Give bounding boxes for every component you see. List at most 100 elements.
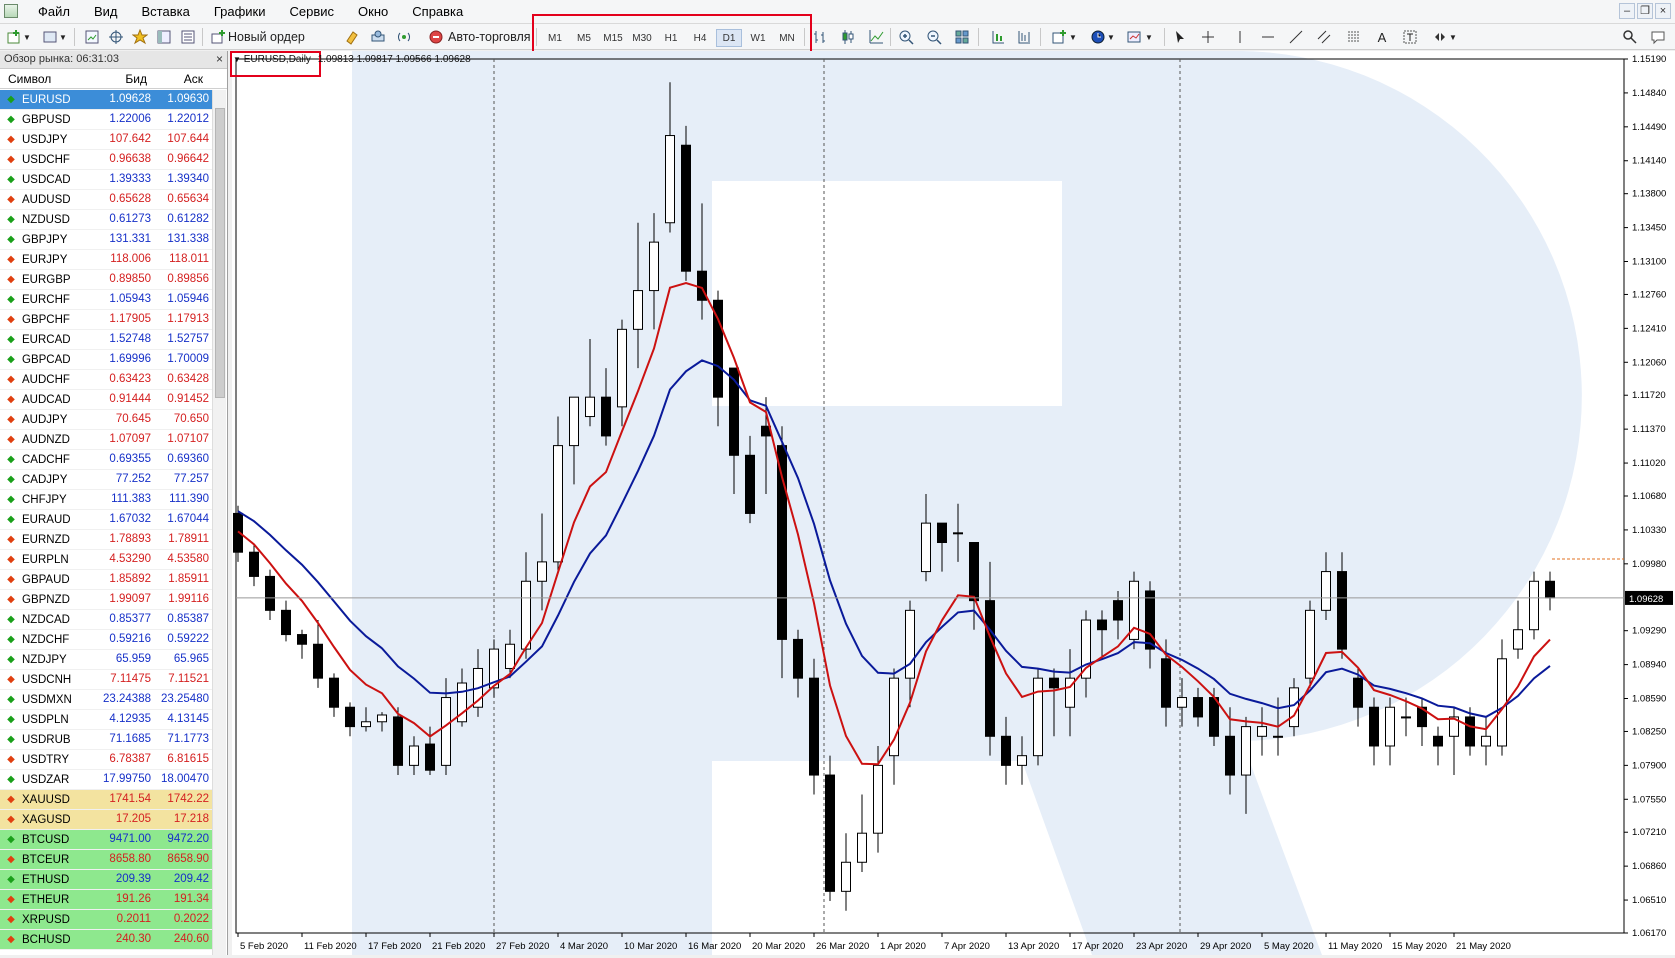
menu-item[interactable]: Графики — [202, 0, 278, 24]
scrollbar-thumb[interactable] — [215, 108, 225, 398]
quote-row[interactable]: ◆ AUDNZD 1.07097 1.07107 — [0, 430, 212, 450]
quote-row[interactable]: ◆ CHFJPY 111.383 111.390 — [0, 490, 212, 510]
market-watch-icon[interactable] — [82, 27, 102, 47]
quote-row[interactable]: ◆ USDTRY 6.78387 6.81615 — [0, 750, 212, 770]
new-order-button[interactable]: Новый ордер — [228, 27, 336, 47]
tile-windows-icon[interactable] — [952, 27, 972, 47]
quote-row[interactable]: ◆ CADJPY 77.252 77.257 — [0, 470, 212, 490]
quote-row[interactable]: ◆ NZDUSD 0.61273 0.61282 — [0, 210, 212, 230]
quote-row[interactable]: ◆ CADCHF 0.69355 0.69360 — [0, 450, 212, 470]
quote-row[interactable]: ◆ EURUSD 1.09628 1.09630 — [0, 90, 212, 110]
autotrading-icon[interactable] — [426, 27, 446, 47]
chevron-down-icon[interactable]: ▼ — [22, 27, 32, 47]
price-chart[interactable]: 1.15190 1.14840 1.14490 1.14140 1.13800 1.134… — [232, 50, 1675, 956]
quote-row[interactable]: ◆ XAGUSD 17.205 17.218 — [0, 810, 212, 830]
navigator-icon[interactable] — [154, 27, 174, 47]
quote-row[interactable]: ◆ ETHUSD 209.39 209.42 — [0, 870, 212, 890]
zoom-in-icon[interactable] — [896, 27, 916, 47]
quote-row[interactable]: ◆ GBPCHF 1.17905 1.17913 — [0, 310, 212, 330]
menu-item[interactable]: Справка — [400, 0, 475, 24]
restore-icon[interactable]: ❐ — [1637, 3, 1653, 19]
zoom-out-icon[interactable] — [924, 27, 944, 47]
new-order-icon[interactable] — [208, 27, 230, 47]
vertical-line-icon[interactable] — [1230, 27, 1250, 47]
periods-clock-icon[interactable] — [1088, 27, 1108, 47]
cursor-icon[interactable] — [1170, 27, 1190, 47]
quote-row[interactable]: ◆ GBPNZD 1.99097 1.99116 — [0, 590, 212, 610]
text-icon[interactable]: A — [1372, 27, 1392, 47]
quote-row[interactable]: ◆ NZDCAD 0.85377 0.85387 — [0, 610, 212, 630]
timeframe-button[interactable]: H4 — [687, 29, 713, 47]
app-icon[interactable] — [4, 4, 18, 18]
quote-row[interactable]: ◆ ETHEUR 191.26 191.34 — [0, 890, 212, 910]
quote-row[interactable]: ◆ USDPLN 4.12935 4.13145 — [0, 710, 212, 730]
close-icon[interactable]: × — [216, 52, 223, 66]
quote-row[interactable]: ◆ EURPLN 4.53290 4.53580 — [0, 550, 212, 570]
chart-shift-icon[interactable] — [1014, 27, 1034, 47]
timeframe-button[interactable]: M15 — [600, 29, 626, 47]
quote-row[interactable]: ◆ USDCNH 7.11475 7.11521 — [0, 670, 212, 690]
timeframe-button[interactable]: M5 — [571, 29, 597, 47]
bar-chart-icon[interactable] — [810, 27, 830, 47]
quote-row[interactable]: ◆ USDZAR 17.99750 18.00470 — [0, 770, 212, 790]
menu-item[interactable]: Окно — [346, 0, 400, 24]
chart-symbol-label[interactable]: ▼ EURUSD,Daily 1.09813 1.09817 1.09566 1… — [233, 54, 471, 65]
equidistant-channel-icon[interactable] — [1314, 27, 1334, 47]
terminal-icon[interactable] — [368, 27, 388, 47]
quote-row[interactable]: ◆ EURCHF 1.05943 1.05946 — [0, 290, 212, 310]
quote-row[interactable]: ◆ USDCHF 0.96638 0.96642 — [0, 150, 212, 170]
tester-icon[interactable] — [178, 27, 198, 47]
horizontal-line-icon[interactable] — [1258, 27, 1278, 47]
chevron-down-icon[interactable]: ▼ — [1068, 27, 1078, 47]
column-ask[interactable]: Аск — [150, 72, 206, 86]
quote-row[interactable]: ◆ XAUUSD 1741.54 1742.22 — [0, 790, 212, 810]
search-icon[interactable] — [1620, 27, 1640, 47]
minimize-icon[interactable]: – — [1619, 3, 1635, 19]
menu-item[interactable]: Сервис — [278, 0, 347, 24]
quote-row[interactable]: ◆ USDMXN 23.24388 23.25480 — [0, 690, 212, 710]
timeframe-button[interactable]: W1 — [745, 29, 771, 47]
quote-row[interactable]: ◆ NZDCHF 0.59216 0.59222 — [0, 630, 212, 650]
new-chart-icon[interactable] — [4, 27, 24, 47]
quote-row[interactable]: ◆ USDJPY 107.642 107.644 — [0, 130, 212, 150]
quote-row[interactable]: ◆ XRPUSD 0.2011 0.2022 — [0, 910, 212, 930]
timeframe-button[interactable]: H1 — [658, 29, 684, 47]
chart-window[interactable]: 1.15190 1.14840 1.14490 1.14140 1.13800 1.134… — [232, 50, 1675, 956]
candlestick-icon[interactable] — [838, 27, 858, 47]
chevron-down-icon[interactable]: ▼ — [58, 27, 68, 47]
quote-row[interactable]: ◆ EURGBP 0.89850 0.89856 — [0, 270, 212, 290]
quote-row[interactable]: ◆ EURAUD 1.67032 1.67044 — [0, 510, 212, 530]
menu-item[interactable]: Вставка — [130, 0, 202, 24]
line-chart-icon[interactable] — [866, 27, 886, 47]
favorites-icon[interactable] — [130, 27, 150, 47]
timeframe-button[interactable]: M30 — [629, 29, 655, 47]
quote-row[interactable]: ◆ AUDCHF 0.63423 0.63428 — [0, 370, 212, 390]
chevron-down-icon[interactable]: ▼ — [1448, 27, 1458, 47]
text-label-icon[interactable] — [1400, 27, 1420, 47]
templates-icon[interactable] — [1124, 27, 1144, 47]
crosshair-icon[interactable] — [1198, 27, 1218, 47]
column-bid[interactable]: Бид — [90, 72, 150, 86]
quote-row[interactable]: ◆ GBPAUD 1.85892 1.85911 — [0, 570, 212, 590]
chevron-down-icon[interactable]: ▼ — [1144, 27, 1154, 47]
trendline-icon[interactable] — [1286, 27, 1306, 47]
quote-row[interactable]: ◆ USDRUB 71.1685 71.1773 — [0, 730, 212, 750]
chevron-down-icon[interactable]: ▼ — [233, 55, 241, 64]
quote-row[interactable]: ◆ AUDJPY 70.645 70.650 — [0, 410, 212, 430]
menu-item[interactable]: Файл — [26, 0, 82, 24]
chevron-down-icon[interactable]: ▼ — [1106, 27, 1116, 47]
quote-row[interactable]: ◆ BTCEUR 8658.80 8658.90 — [0, 850, 212, 870]
metaeditor-icon[interactable] — [342, 27, 362, 47]
quote-row[interactable]: ◆ EURCAD 1.52748 1.52757 — [0, 330, 212, 350]
quote-row[interactable]: ◆ EURJPY 118.006 118.011 — [0, 250, 212, 270]
timeframe-button[interactable]: M1 — [542, 29, 568, 47]
indicators-icon[interactable] — [1050, 27, 1070, 47]
column-symbol[interactable]: Символ — [0, 72, 90, 86]
quote-row[interactable]: ◆ EURNZD 1.78893 1.78911 — [0, 530, 212, 550]
menu-item[interactable]: Вид — [82, 0, 130, 24]
quote-row[interactable]: ◆ GBPCAD 1.69996 1.70009 — [0, 350, 212, 370]
autotrading-button[interactable]: Авто-торговля — [448, 27, 534, 47]
auto-scroll-icon[interactable] — [988, 27, 1008, 47]
fibonacci-icon[interactable] — [1344, 27, 1364, 47]
timeframe-button[interactable]: MN — [774, 29, 800, 47]
